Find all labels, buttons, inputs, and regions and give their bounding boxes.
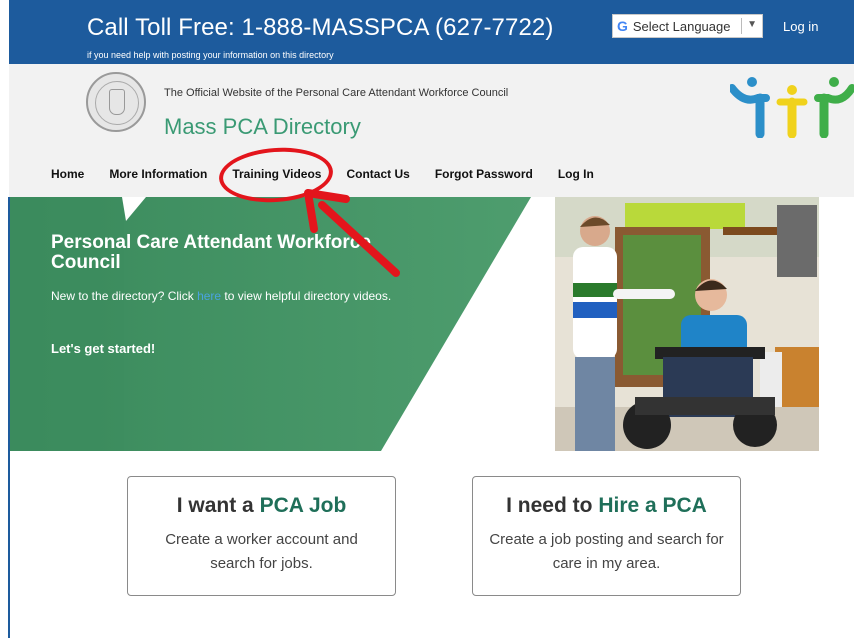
site-header: The Official Website of the Personal Car… <box>9 64 854 197</box>
site-tagline: The Official Website of the Personal Car… <box>164 87 509 99</box>
toll-free-subtext: if you need help with posting your infor… <box>87 50 334 60</box>
hire-pca-card-prefix: I need to <box>506 494 599 517</box>
pca-job-card-body: Create a worker account and search for j… <box>165 531 358 572</box>
pca-job-card-prefix: I want a <box>176 494 260 517</box>
hero-photo <box>555 197 819 451</box>
hero-here-link[interactable]: here <box>197 289 221 303</box>
nav-item-forgot-password[interactable]: Forgot Password <box>435 165 533 185</box>
hero-cta: Let's get started! <box>51 341 156 356</box>
nav-item-log-in[interactable]: Log In <box>558 165 594 185</box>
hire-pca-card-title: I need to Hire a PCA <box>473 494 740 518</box>
language-select-divider <box>741 18 742 34</box>
site-brand[interactable]: Mass PCA Directory <box>164 114 361 140</box>
state-seal-icon <box>86 72 146 132</box>
hire-pca-card[interactable]: I need to Hire a PCA Create a job postin… <box>472 476 741 596</box>
pca-job-card-highlight: PCA Job <box>259 494 347 517</box>
hire-pca-card-highlight: Hire a PCA <box>598 494 707 517</box>
nav-item-more-information[interactable]: More Information <box>109 165 207 185</box>
hire-pca-card-body: Create a job posting and search for care… <box>489 531 724 572</box>
language-select[interactable]: G Select Language ▼ <box>612 14 763 38</box>
toll-free-number: Call Toll Free: 1-888-MASSPCA (627-7722) <box>87 14 554 41</box>
hero-text-start: New to the directory? Click <box>51 289 198 303</box>
annotation-arrow-icon <box>304 189 400 277</box>
main-nav: Home More Information Training Videos Co… <box>51 165 619 185</box>
nav-item-home[interactable]: Home <box>51 165 84 185</box>
page: Call Toll Free: 1-888-MASSPCA (627-7722)… <box>0 0 854 638</box>
nav-item-contact-us[interactable]: Contact Us <box>346 165 409 185</box>
pca-job-card-title: I want a PCA Job <box>128 494 395 518</box>
google-g-icon: G <box>617 18 628 34</box>
dropdown-arrow-icon: ▼ <box>747 19 757 30</box>
hero-text: New to the directory? Click here to view… <box>51 286 401 306</box>
hero-text-end: to view helpful directory videos. <box>221 289 392 303</box>
top-bar: Call Toll Free: 1-888-MASSPCA (627-7722)… <box>9 0 854 64</box>
page-left-border <box>8 197 10 638</box>
language-select-label: Select Language <box>632 18 731 34</box>
top-login-link[interactable]: Log in <box>783 19 818 34</box>
pca-logo-icon <box>730 77 854 138</box>
pca-job-card[interactable]: I want a PCA Job Create a worker account… <box>127 476 396 596</box>
